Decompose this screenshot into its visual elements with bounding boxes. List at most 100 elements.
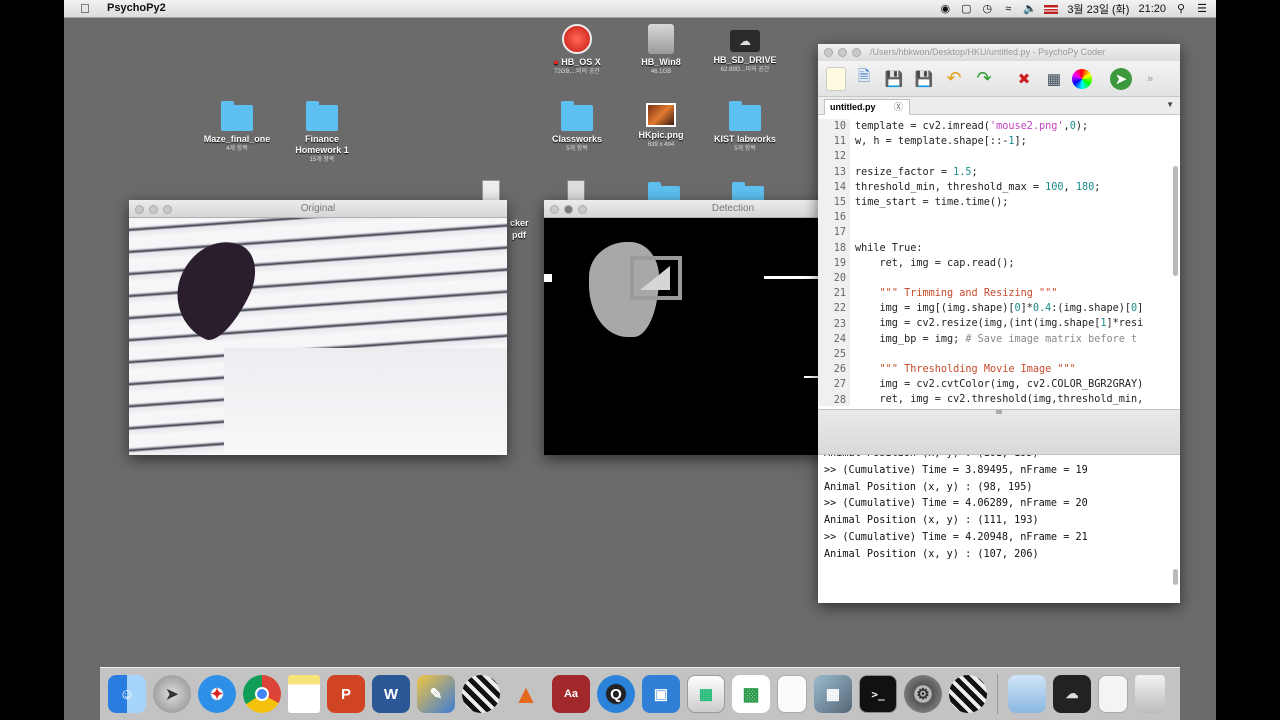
code-scrollbar[interactable] [1173, 166, 1178, 276]
minimize-button[interactable] [838, 48, 847, 57]
finder-icon[interactable]: ☺ [108, 675, 146, 713]
code-line[interactable]: """ Trimming and Resizing """ [855, 286, 1143, 301]
code-line[interactable] [855, 210, 1143, 225]
minimize-button[interactable] [564, 205, 573, 214]
code-line[interactable]: img_bp = img; # Save image matrix before… [855, 332, 1143, 347]
numbers-icon[interactable]: ▩ [732, 675, 770, 713]
dictionary-icon[interactable]: Aa [552, 675, 590, 713]
launchpad-icon[interactable]: ➤ [153, 675, 191, 713]
tab-menu-icon[interactable]: ▼ [1166, 100, 1174, 109]
desktop-icon-finance-homework[interactable]: Finance Homework 1 15개 항목 [277, 101, 367, 164]
code-line[interactable]: img = cv2.resize(img,(int(img.shape[1]*r… [855, 316, 1144, 331]
cut-icon[interactable]: ✖ [1012, 67, 1036, 91]
screen-icon[interactable]: ▢ [960, 3, 972, 15]
list-icon[interactable]: ☰ [1196, 3, 1208, 15]
matlab-icon[interactable]: ▲ [507, 675, 545, 713]
splitter-handle[interactable] [996, 410, 1002, 414]
terminal-icon[interactable]: >_ [859, 675, 897, 713]
code-lines[interactable]: template = cv2.imread('mouse2.png',0); w,… [855, 119, 1143, 406]
code-line[interactable] [855, 271, 1143, 286]
volume-icon[interactable]: 🔈 [1023, 3, 1037, 15]
monitor-icon[interactable]: ▦ [1042, 67, 1066, 91]
preview-icon[interactable]: ▦ [687, 675, 725, 713]
pencil-icon[interactable]: ✎ [417, 675, 455, 713]
code-line[interactable] [855, 347, 1143, 362]
zoom-button[interactable] [852, 48, 861, 57]
app-menu[interactable]: PsychoPy2 [107, 2, 166, 14]
word-icon[interactable]: W [372, 675, 410, 713]
zoom-button[interactable] [578, 205, 587, 214]
code-editor[interactable]: 10 11 12 13 14 15 16 17 18 19 20 21 22 23 24 25 26 27 28 t… [818, 116, 1180, 406]
notes-icon[interactable] [288, 675, 320, 713]
document-stack-icon[interactable] [1098, 675, 1128, 713]
desktop-icon-kist-labworks[interactable]: KIST labworks 5개 항목 [700, 101, 790, 153]
close-button[interactable] [135, 205, 144, 214]
keynote-icon[interactable]: ▣ [642, 675, 680, 713]
close-button[interactable] [550, 205, 559, 214]
desktop-icon-hb-sd-drive[interactable]: ☁ HB_SD_DRIVE 62.89G...미의 공간 [700, 24, 790, 74]
original-window[interactable]: Original [129, 200, 507, 455]
code-line[interactable] [855, 225, 1143, 240]
menubar-time[interactable]: 21:20 [1138, 3, 1166, 15]
record-icon[interactable]: ◉ [939, 3, 951, 15]
zoom-button[interactable] [163, 205, 172, 214]
flag-us-icon[interactable] [1044, 4, 1059, 14]
save-icon[interactable]: 💾 [882, 67, 906, 91]
quicktime-icon[interactable]: Q [597, 675, 635, 713]
code-line[interactable]: resize_factor = 1.5; [855, 165, 1143, 180]
desktop-icon-hb-win8[interactable]: HB_Win8 46.1GB [616, 24, 706, 76]
wifi-icon[interactable]: ≈ [1002, 3, 1014, 15]
drive-stack-icon[interactable]: ☁ [1053, 675, 1091, 713]
code-line[interactable]: w, h = template.shape[::-1]; [855, 134, 1143, 149]
code-line[interactable]: threshold_min, threshold_max = 100, 180; [855, 180, 1143, 195]
desktop-icon-maze-final-one[interactable]: Maze_final_one 4개 항목 [192, 101, 282, 153]
open-file-icon[interactable]: 🗎 [852, 67, 876, 91]
code-line[interactable]: template = cv2.imread('mouse2.png',0); [855, 119, 1143, 134]
powerpoint-icon[interactable]: P [327, 675, 365, 713]
code-line[interactable] [855, 149, 1143, 164]
code-line[interactable]: """ Thresholding Movie Image """ [855, 362, 1143, 377]
close-tab-icon[interactable]: Ⓧ [894, 100, 903, 115]
code-line[interactable]: time_start = time.time(); [855, 195, 1143, 210]
toolbar-overflow-icon[interactable]: » [1138, 67, 1162, 91]
tab-untitled[interactable]: untitled.py Ⓧ [824, 99, 910, 115]
apple-menu-icon[interactable]:  [80, 1, 90, 16]
code-line[interactable]: while True: [855, 241, 1143, 256]
run-icon[interactable]: ➤ [1110, 67, 1132, 90]
minimize-button[interactable] [149, 205, 158, 214]
code-line[interactable]: img = cv2.cvtColor(img, cv2.COLOR_BGR2GR… [855, 377, 1144, 392]
system-preferences-icon[interactable]: ⚙ [904, 675, 942, 713]
color-picker-icon[interactable] [1072, 68, 1092, 89]
desktop-icon-classworks[interactable]: Classworks 5개 항목 [532, 101, 622, 153]
time-machine-icon[interactable]: ◷ [981, 3, 993, 15]
output-panel[interactable]: Animal Position (x, y) : (101, 195)>> (C… [818, 455, 1180, 603]
psychopy-icon[interactable] [462, 675, 500, 713]
redo-icon[interactable]: ↷ [972, 67, 996, 91]
search-icon[interactable]: ⚲ [1175, 3, 1187, 15]
folder-stack-icon[interactable] [1008, 675, 1046, 713]
partial-image-icon[interactable] [567, 180, 585, 202]
code-line[interactable]: ret, img = cap.read(); [855, 256, 1143, 271]
original-titlebar[interactable]: Original [129, 200, 507, 218]
trash-icon[interactable] [1135, 675, 1165, 713]
code-line[interactable]: img = img[(img.shape)[0]*0.4:(img.shape)… [855, 301, 1144, 316]
output-scrollbar[interactable] [1173, 569, 1178, 585]
menubar-date[interactable]: 3월 23일 (화) [1067, 1, 1129, 17]
psychopy-coder-window[interactable]: /Users/hbkwon/Desktop/HKU/untitled.py - … [818, 44, 1180, 603]
code-line[interactable]: ret, img = cv2.threshold(img,threshold_m… [855, 392, 1144, 406]
undo-icon[interactable]: ↶ [942, 67, 966, 91]
save-as-icon[interactable]: 💾 [912, 67, 936, 91]
desktop-icon-hkpic[interactable]: HKpic.png 639 x 494 [616, 103, 706, 149]
photos-icon[interactable]: ▦ [814, 675, 852, 713]
partial-file-icon[interactable] [482, 180, 500, 202]
new-file-icon[interactable] [826, 66, 846, 91]
close-button[interactable] [824, 48, 833, 57]
desktop-icon-hb-osx[interactable]: ● HB_OS X 72GB,...미의 공간 [532, 24, 622, 76]
psychopy-runner-icon[interactable] [949, 675, 987, 713]
safari-icon[interactable]: ✦ [198, 675, 236, 713]
textedit-icon[interactable] [777, 675, 807, 713]
threshold-speck [544, 274, 552, 282]
pane-splitter[interactable] [818, 409, 1180, 455]
coder-titlebar[interactable]: /Users/hbkwon/Desktop/HKU/untitled.py - … [818, 44, 1180, 61]
chrome-icon[interactable] [243, 675, 281, 713]
